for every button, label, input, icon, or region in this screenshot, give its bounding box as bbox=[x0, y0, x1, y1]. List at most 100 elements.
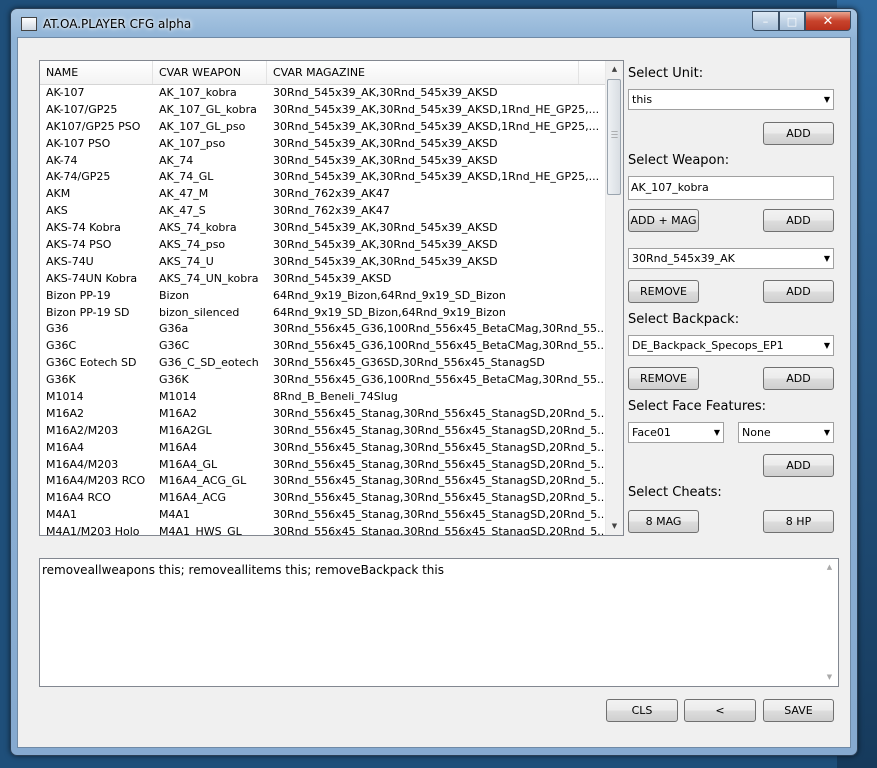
scroll-up-icon[interactable]: ▲ bbox=[821, 559, 838, 576]
cvar-weapon-cell: M16A4_ACG bbox=[159, 491, 227, 505]
cvar-weapon-cell: M1014 bbox=[159, 390, 197, 404]
caption-buttons: – □ ✕ bbox=[752, 11, 851, 31]
name-cell: AKS-74U bbox=[46, 254, 94, 268]
close-button[interactable]: ✕ bbox=[805, 11, 851, 31]
chevron-down-icon: ▼ bbox=[713, 428, 720, 437]
scroll-down-icon[interactable]: ▼ bbox=[606, 518, 623, 535]
cls-button[interactable]: CLS bbox=[606, 699, 678, 722]
table-row[interactable]: AKS AK_47_S 30Rnd_762x39_AK47 bbox=[40, 203, 606, 220]
cvar-weapon-cell: AKS_74_kobra bbox=[159, 221, 237, 235]
column-header-cvar-weapon[interactable]: CVAR WEAPON bbox=[153, 61, 267, 84]
maximize-icon: □ bbox=[786, 14, 798, 28]
add-mag-button[interactable]: ADD + MAG bbox=[628, 209, 699, 232]
scroll-thumb[interactable]: — — — bbox=[607, 79, 621, 195]
name-cell: AKS-74 PSO bbox=[46, 238, 112, 252]
table-row[interactable]: M16A4/M203 RCO M16A4_ACG_GL 30Rnd_556x45_S… bbox=[40, 473, 606, 490]
table-row[interactable]: M16A4 M16A4 30Rnd_556x45_Stanag,30Rnd_556x… bbox=[40, 440, 606, 457]
name-cell: AKS-74UN Kobra bbox=[46, 271, 138, 285]
table-row[interactable]: G36 G36a 30Rnd_556x45_G36,100Rnd_556x45_Be… bbox=[40, 321, 606, 338]
cvar-magazine-cell: 30Rnd_545x39_AK,30Rnd_545x39_AKSD bbox=[273, 136, 498, 150]
unit-select[interactable]: this ▼ bbox=[628, 89, 834, 110]
weapons-list[interactable]: NAME CVAR WEAPON CVAR MAGAZINE AK-107 AK_… bbox=[39, 60, 624, 536]
table-row[interactable]: Bizon PP-19 SD bizon_silenced 64Rnd_9x19_S… bbox=[40, 305, 606, 322]
table-row[interactable]: AKS-74 PSO AKS_74_pso 30Rnd_545x39_AK,30Rn… bbox=[40, 237, 606, 254]
face-extra-select[interactable]: None ▼ bbox=[738, 422, 834, 443]
cvar-magazine-cell: 30Rnd_556x45_Stanag,30Rnd_556x45_StanagS… bbox=[273, 406, 605, 420]
cvar-magazine-cell: 30Rnd_556x45_G36SD,30Rnd_556x45_StanagSD bbox=[273, 356, 545, 370]
name-cell: AKM bbox=[46, 187, 71, 201]
cvar-magazine-cell: 30Rnd_556x45_G36,100Rnd_556x45_BetaCMag,… bbox=[273, 373, 605, 387]
cvar-weapon-cell: G36C bbox=[159, 339, 190, 353]
cvar-magazine-cell: 30Rnd_556x45_Stanag,30Rnd_556x45_StanagS… bbox=[273, 508, 605, 522]
table-row[interactable]: M1014 M1014 8Rnd_B_Beneli_74Slug bbox=[40, 389, 606, 406]
name-cell: M4A1 bbox=[46, 508, 78, 522]
table-row[interactable]: AK-107 PSO AK_107_pso 30Rnd_545x39_AK,30Rn… bbox=[40, 136, 606, 153]
table-row[interactable]: M16A2 M16A2 30Rnd_556x45_Stanag,30Rnd_556x… bbox=[40, 406, 606, 423]
backpack-select[interactable]: DE_Backpack_Specops_EP1 ▼ bbox=[628, 335, 834, 356]
name-cell: AKS bbox=[46, 204, 68, 218]
face-select[interactable]: Face01 ▼ bbox=[628, 422, 724, 443]
table-row[interactable]: AK-74/GP25 AK_74_GL 30Rnd_545x39_AK,30Rnd_… bbox=[40, 169, 606, 186]
name-cell: M16A4/M203 bbox=[46, 457, 119, 471]
back-button[interactable]: < bbox=[684, 699, 756, 722]
cvar-weapon-cell: M16A2GL bbox=[159, 423, 212, 437]
cvar-weapon-cell: AK_47_M bbox=[159, 187, 209, 201]
table-row[interactable]: M4A1/M203 Holo M4A1_HWS_GL 30Rnd_556x45_St… bbox=[40, 524, 606, 536]
table-row[interactable]: AKS-74 Kobra AKS_74_kobra 30Rnd_545x39_AK,… bbox=[40, 220, 606, 237]
name-cell: M1014 bbox=[46, 390, 84, 404]
table-row[interactable]: M16A4/M203 M16A4_GL 30Rnd_556x45_Stanag,30… bbox=[40, 457, 606, 474]
add-face-button[interactable]: ADD bbox=[763, 454, 834, 477]
cvar-magazine-cell: 30Rnd_556x45_Stanag,30Rnd_556x45_StanagS… bbox=[273, 525, 605, 536]
table-row[interactable]: AK107/GP25 PSO AK_107_GL_pso 30Rnd_545x39_… bbox=[40, 119, 606, 136]
cvar-magazine-cell: 64Rnd_9x19_Bizon,64Rnd_9x19_SD_Bizon bbox=[273, 288, 506, 302]
cvar-magazine-cell: 30Rnd_545x39_AK,30Rnd_545x39_AKSD bbox=[273, 153, 498, 167]
table-row[interactable]: G36K G36K 30Rnd_556x45_G36,100Rnd_556x45_B… bbox=[40, 372, 606, 389]
app-window: AT.OA.PLAYER CFG alpha – □ ✕ NAME CVAR W… bbox=[10, 8, 858, 756]
grip-icon: — — — bbox=[611, 127, 618, 141]
table-row[interactable]: M16A2/M203 M16A2GL 30Rnd_556x45_Stanag,30R… bbox=[40, 423, 606, 440]
weapons-list-scrollbar[interactable]: ▲ — — — ▼ bbox=[605, 61, 623, 535]
scroll-up-icon[interactable]: ▲ bbox=[606, 61, 623, 78]
cvar-weapon-cell: M16A4_GL bbox=[159, 457, 218, 471]
client-area: NAME CVAR WEAPON CVAR MAGAZINE AK-107 AK_… bbox=[17, 37, 851, 748]
cvar-magazine-cell: 30Rnd_762x39_AK47 bbox=[273, 187, 390, 201]
scroll-down-icon[interactable]: ▼ bbox=[821, 669, 838, 686]
cheat-8-hp-button[interactable]: 8 HP bbox=[763, 510, 834, 533]
add-weapon-button[interactable]: ADD bbox=[763, 209, 834, 232]
output-textarea[interactable]: removeallweapons this; removeallitems th… bbox=[39, 558, 839, 687]
table-row[interactable]: Bizon PP-19 Bizon 64Rnd_9x19_Bizon,64Rnd_9… bbox=[40, 288, 606, 305]
cvar-magazine-cell: 64Rnd_9x19_SD_Bizon,64Rnd_9x19_Bizon bbox=[273, 305, 506, 319]
remove-magazine-button[interactable]: REMOVE bbox=[628, 280, 699, 303]
remove-backpack-button[interactable]: REMOVE bbox=[628, 367, 699, 390]
column-header-cvar-magazine[interactable]: CVAR MAGAZINE bbox=[267, 61, 579, 84]
table-row[interactable]: G36C G36C 30Rnd_556x45_G36,100Rnd_556x45_B… bbox=[40, 338, 606, 355]
table-row[interactable]: AK-107/GP25 AK_107_GL_kobra 30Rnd_545x39_A… bbox=[40, 102, 606, 119]
maximize-button[interactable]: □ bbox=[779, 11, 805, 31]
table-row[interactable]: AKS-74U AKS_74_U 30Rnd_545x39_AK,30Rnd_545… bbox=[40, 254, 606, 271]
output-scrollbar[interactable]: ▲ ▼ bbox=[821, 559, 838, 686]
magazine-select[interactable]: 30Rnd_545x39_AK ▼ bbox=[628, 248, 834, 269]
minimize-button[interactable]: – bbox=[752, 11, 779, 31]
select-face-label: Select Face Features: bbox=[628, 399, 767, 414]
table-row[interactable]: AK-74 AK_74 30Rnd_545x39_AK,30Rnd_545x39_A… bbox=[40, 153, 606, 170]
name-cell: M16A4/M203 RCO bbox=[46, 474, 146, 488]
save-button[interactable]: SAVE bbox=[763, 699, 834, 722]
cvar-weapon-cell: M4A1 bbox=[159, 508, 191, 522]
column-header-name[interactable]: NAME bbox=[40, 61, 153, 84]
close-icon: ✕ bbox=[822, 13, 834, 29]
table-row[interactable]: M4A1 M4A1 30Rnd_556x45_Stanag,30Rnd_556x45… bbox=[40, 507, 606, 524]
table-row[interactable]: G36C Eotech SD G36_C_SD_eotech 30Rnd_556x4… bbox=[40, 355, 606, 372]
cvar-magazine-cell: 30Rnd_556x45_Stanag,30Rnd_556x45_StanagS… bbox=[273, 423, 605, 437]
table-row[interactable]: AKM AK_47_M 30Rnd_762x39_AK47 bbox=[40, 186, 606, 203]
name-cell: AKS-74 Kobra bbox=[46, 221, 121, 235]
select-backpack-label: Select Backpack: bbox=[628, 312, 740, 327]
add-magazine-button[interactable]: ADD bbox=[763, 280, 834, 303]
table-row[interactable]: AKS-74UN Kobra AKS_74_UN_kobra 30Rnd_545x3… bbox=[40, 271, 606, 288]
add-unit-button[interactable]: ADD bbox=[763, 122, 834, 145]
table-row[interactable]: M16A4 RCO M16A4_ACG 30Rnd_556x45_Stanag,30… bbox=[40, 490, 606, 507]
cheat-8-mag-button[interactable]: 8 MAG bbox=[628, 510, 699, 533]
table-row[interactable]: AK-107 AK_107_kobra 30Rnd_545x39_AK,30Rnd_… bbox=[40, 85, 606, 102]
weapon-field[interactable]: AK_107_kobra bbox=[628, 176, 834, 200]
add-backpack-button[interactable]: ADD bbox=[763, 367, 834, 390]
name-cell: M16A2 bbox=[46, 406, 85, 420]
